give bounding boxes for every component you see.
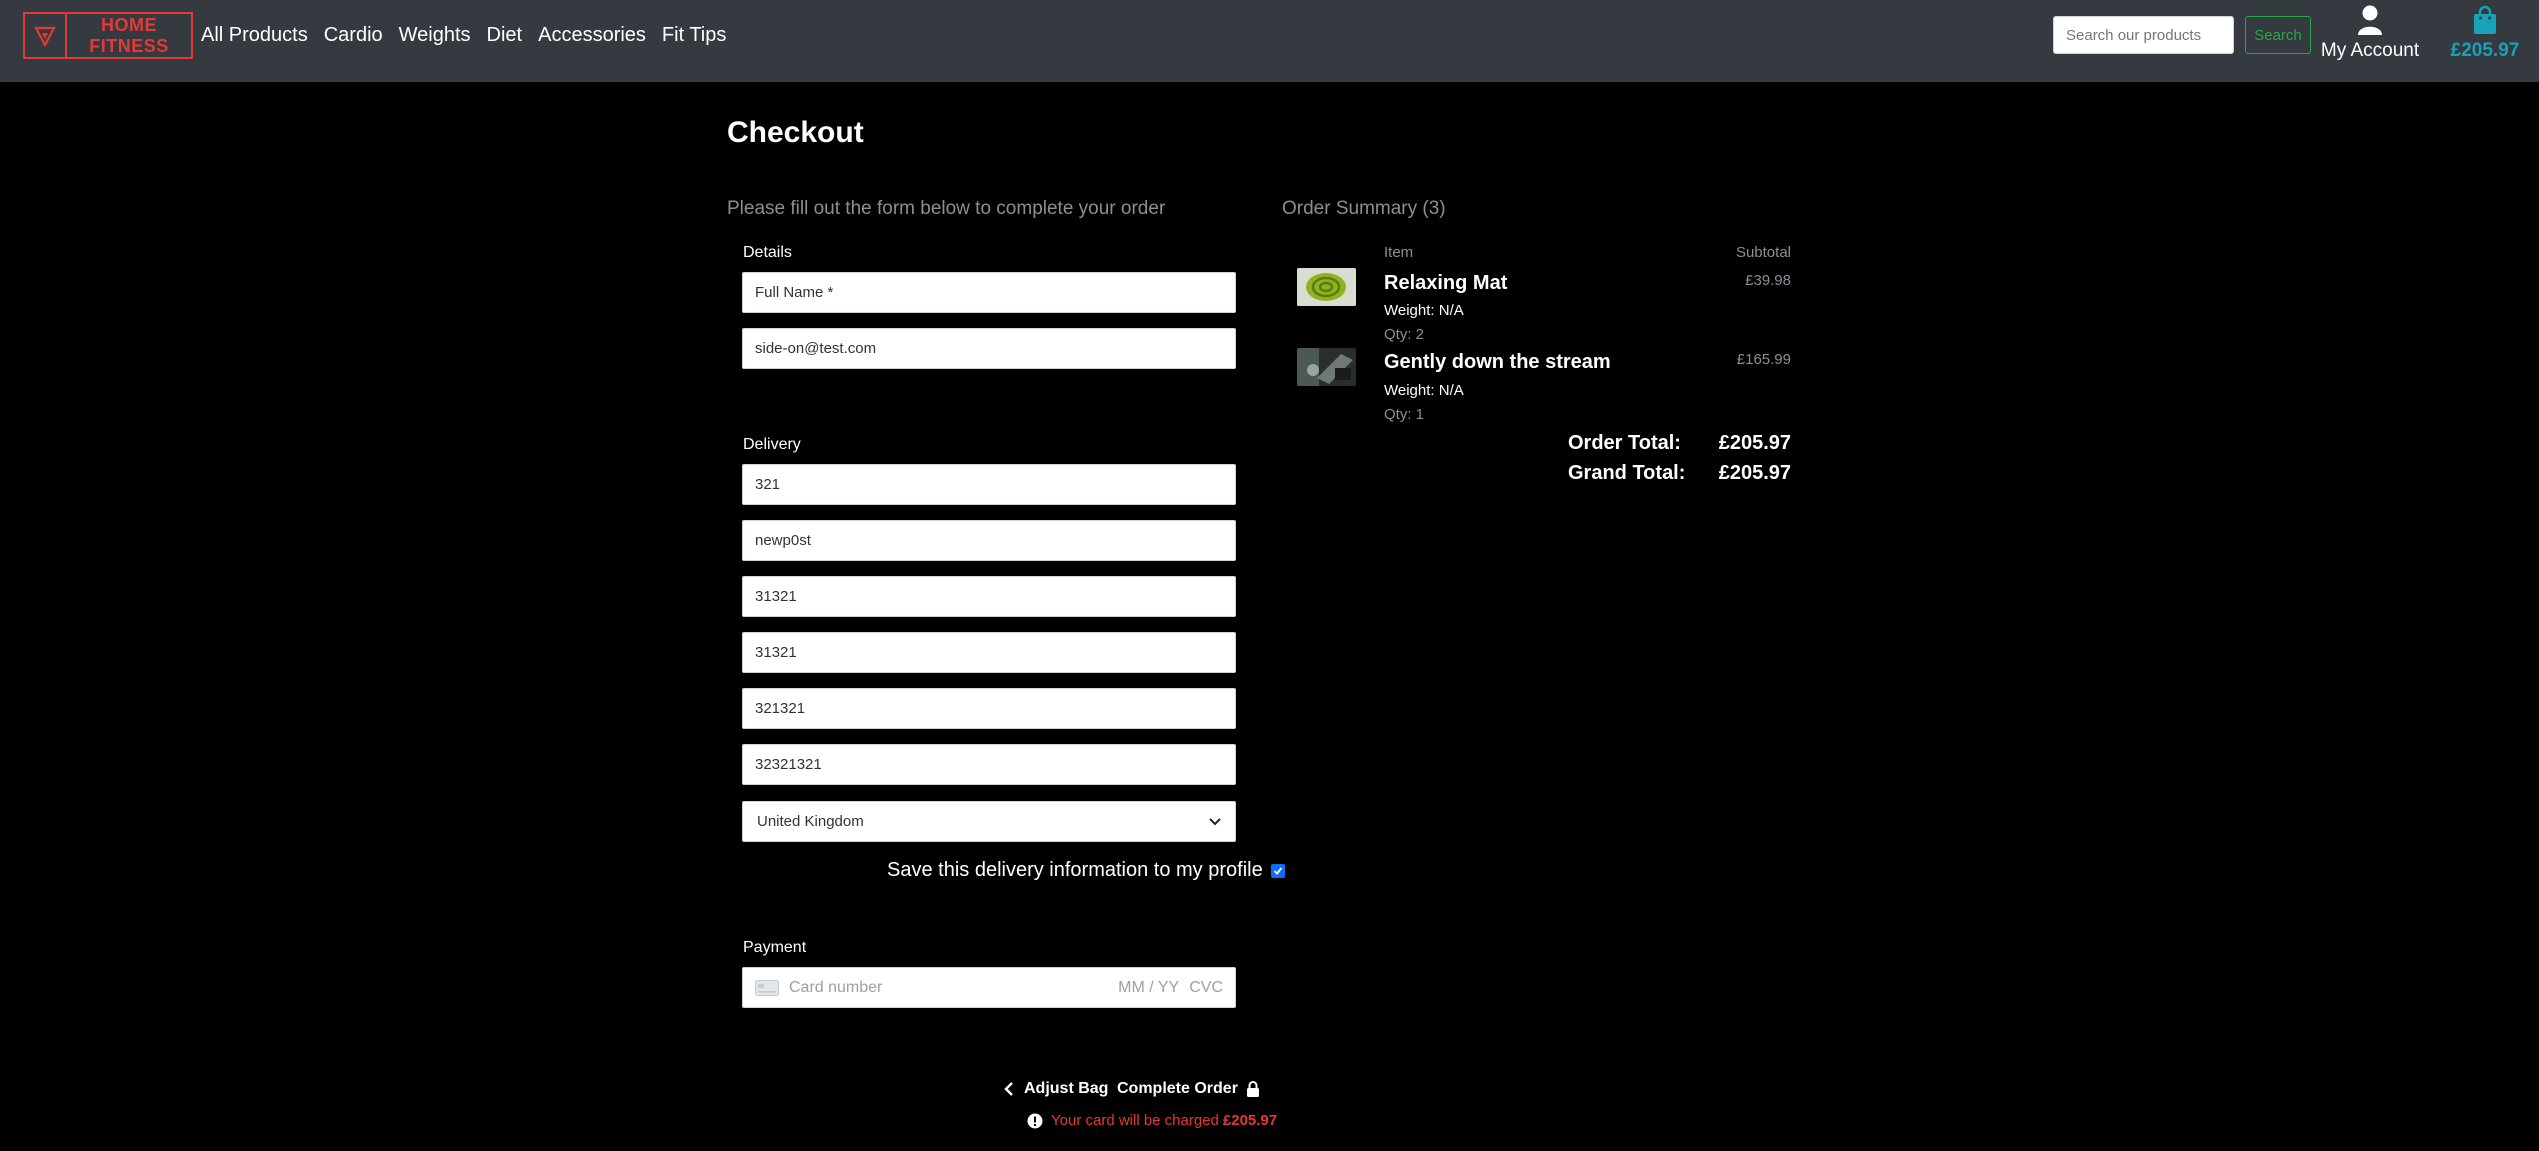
item-name: Relaxing Mat — [1384, 272, 1508, 294]
county-input[interactable] — [742, 744, 1236, 785]
street-address-1-input[interactable] — [742, 632, 1236, 673]
charge-amount: £205.97 — [1222, 1112, 1278, 1129]
card-cvc-placeholder: CVC — [1189, 978, 1223, 996]
save-info-checkbox[interactable] — [1270, 863, 1285, 878]
shopping-bag-button[interactable]: £205.97 — [2448, 2, 2522, 64]
details-label: Details — [743, 244, 792, 261]
item-qty: Qty: 1 — [1384, 406, 1425, 423]
phone-number-input[interactable] — [742, 464, 1236, 505]
complete-order-button[interactable]: Complete Order — [1117, 1080, 1260, 1098]
street-address-2-input[interactable] — [742, 688, 1236, 729]
item-column-header: Item — [1384, 244, 1414, 261]
grand-total-label: Grand Total: — [1568, 462, 1686, 484]
charge-notice-text: Your card will be charged — [1051, 1112, 1219, 1129]
my-account-button[interactable]: My Account — [2320, 2, 2420, 64]
checkmark-icon — [1273, 866, 1282, 875]
page-title: Checkout — [727, 116, 864, 149]
logo-triangle-icon — [25, 14, 67, 57]
subtotal-column-header: Subtotal — [1735, 244, 1791, 261]
item-weight: Weight: N/A — [1384, 382, 1464, 399]
nav-all-products[interactable]: All Products — [201, 24, 308, 47]
search-input[interactable] — [2053, 16, 2234, 54]
order-summary-title: Order Summary (3) — [1282, 198, 1446, 219]
exclamation-circle-icon — [1027, 1113, 1043, 1128]
full-name-input[interactable] — [742, 272, 1236, 313]
grand-total-value: £205.97 — [1718, 462, 1791, 484]
country-select[interactable]: United Kingdom — [742, 801, 1236, 842]
country-select-value: United Kingdom — [757, 813, 864, 830]
nav-weights[interactable]: Weights — [399, 24, 471, 47]
adjust-bag-label: Adjust Bag — [1024, 1080, 1109, 1097]
delivery-label: Delivery — [743, 436, 801, 453]
payment-label: Payment — [743, 939, 807, 956]
main-nav: All Products Cardio Weights Diet Accesso… — [201, 24, 742, 47]
lock-icon — [1246, 1081, 1259, 1097]
gently-down-the-stream-image — [1297, 348, 1356, 386]
my-account-label: My Account — [2320, 40, 2420, 61]
navbar: HOME FITNESS All Products Cardio Weights… — [0, 0, 2539, 82]
logo-text: HOME FITNESS — [89, 14, 169, 56]
order-total-value: £205.97 — [1718, 432, 1791, 454]
postcode-input[interactable] — [742, 520, 1236, 561]
nav-accessories[interactable]: Accessories — [538, 24, 646, 47]
save-info-row: Save this delivery information to my pro… — [887, 859, 1285, 882]
item-qty: Qty: 2 — [1384, 326, 1425, 343]
bag-total: £205.97 — [2450, 40, 2520, 61]
card-expiry-placeholder: MM / YY — [1118, 978, 1180, 996]
relaxing-mat-image — [1297, 268, 1356, 306]
item-weight: Weight: N/A — [1384, 302, 1464, 319]
chevron-down-icon — [1209, 817, 1221, 825]
charge-notice: Your card will be charged £205.97 — [1027, 1112, 1277, 1129]
email-input[interactable] — [742, 328, 1236, 369]
item-subtotal: £39.98 — [1745, 272, 1791, 289]
complete-order-label: Complete Order — [1117, 1080, 1238, 1097]
save-info-label: Save this delivery information to my pro… — [887, 859, 1263, 881]
card-element[interactable]: Card number MM / YY CVC — [742, 967, 1236, 1008]
item-subtotal: £165.99 — [1736, 351, 1791, 368]
user-icon — [2358, 5, 2382, 35]
search-button[interactable]: Search — [2245, 16, 2311, 54]
adjust-bag-button[interactable]: Adjust Bag — [1004, 1080, 1108, 1098]
order-total-label: Order Total: — [1568, 432, 1681, 454]
nav-fit-tips[interactable]: Fit Tips — [662, 24, 726, 47]
credit-card-icon — [755, 979, 779, 996]
town-or-city-input[interactable] — [742, 576, 1236, 617]
form-intro-text: Please fill out the form below to comple… — [727, 198, 1166, 219]
home-fitness-logo[interactable]: HOME FITNESS — [23, 12, 193, 59]
shopping-bag-icon — [2474, 5, 2496, 34]
card-number-placeholder: Card number — [789, 978, 883, 996]
item-name: Gently down the stream — [1384, 351, 1611, 373]
chevron-left-icon — [1004, 1082, 1013, 1096]
nav-cardio[interactable]: Cardio — [324, 24, 383, 47]
nav-diet[interactable]: Diet — [487, 24, 523, 47]
